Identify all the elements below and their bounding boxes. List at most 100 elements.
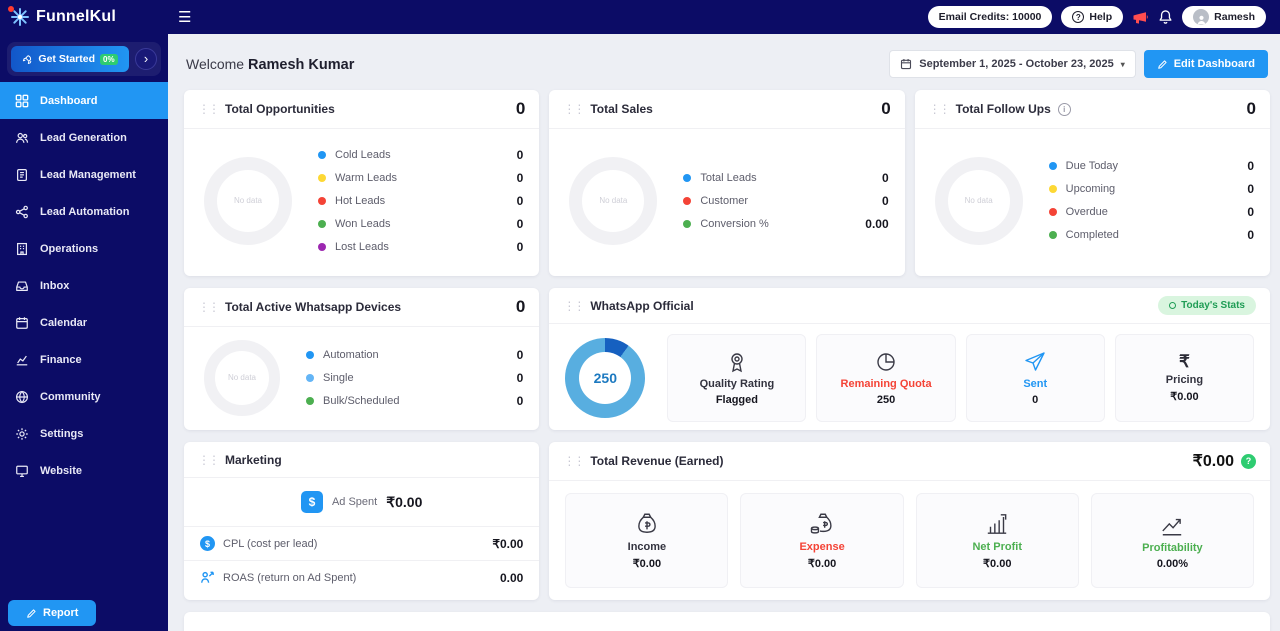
legend-dot bbox=[1048, 208, 1057, 216]
stat-remaining-quota: Remaining Quota 250 bbox=[816, 334, 956, 422]
stat-label: Income bbox=[627, 541, 667, 553]
legend-dot bbox=[318, 219, 326, 228]
ad-spent-summary: $ Ad Spent ₹0.00 bbox=[184, 478, 540, 527]
legend-value: 0 bbox=[516, 170, 524, 185]
pie-chart-icon bbox=[877, 353, 895, 371]
legend: Cold Leads 0 Warm Leads 0 Hot Leads 0 Won L… bbox=[318, 148, 523, 254]
legend-label: Overdue bbox=[1065, 206, 1108, 218]
get-started-button[interactable]: Get Started 0% bbox=[11, 46, 129, 72]
sidebar-item-calendar[interactable]: Calendar bbox=[0, 304, 168, 341]
announcements-icon[interactable] bbox=[1132, 10, 1149, 25]
drag-handle-icon[interactable]: ⋮⋮ bbox=[198, 453, 220, 467]
sidebar-item-label: Lead Management bbox=[40, 168, 136, 181]
menu-icon[interactable]: ☰ bbox=[178, 10, 191, 25]
bell-icon[interactable] bbox=[1158, 9, 1173, 25]
legend-value: 0 bbox=[1247, 228, 1254, 242]
sidebar-item-inbox[interactable]: Inbox bbox=[0, 267, 168, 304]
sidebar-item-label: Inbox bbox=[40, 279, 70, 292]
quota-donut-value: 250 bbox=[593, 370, 617, 386]
sidebar-item-lead-automation[interactable]: Lead Automation bbox=[0, 193, 168, 230]
welcome-user-name: Ramesh Kumar bbox=[247, 56, 355, 73]
inbox-icon bbox=[16, 280, 28, 291]
legend-dot bbox=[683, 219, 692, 228]
send-icon bbox=[1025, 352, 1045, 371]
legend-item: Customer 0 bbox=[683, 194, 889, 208]
sidebar: Get Started 0% › Dashboard Lead Generati… bbox=[0, 34, 168, 631]
sidebar-item-website[interactable]: Website bbox=[0, 452, 168, 489]
legend-item: Warm Leads 0 bbox=[318, 171, 523, 185]
legend-item: Won Leads 0 bbox=[318, 217, 523, 231]
pencil-icon bbox=[1157, 59, 1167, 69]
card-title: WhatsApp Official bbox=[590, 298, 694, 313]
legend-value: 0 bbox=[881, 170, 889, 185]
marketing-row-value: ₹0.00 bbox=[492, 536, 524, 551]
legend-label: Bulk/Scheduled bbox=[323, 394, 400, 407]
user-menu[interactable]: Ramesh bbox=[1182, 6, 1266, 28]
stat-label: Remaining Quota bbox=[840, 378, 932, 390]
money-bag-coins-icon bbox=[810, 513, 832, 534]
legend-dot bbox=[1048, 162, 1057, 170]
report-button[interactable]: Report bbox=[8, 600, 97, 626]
progress-badge: 0% bbox=[100, 53, 118, 65]
card-title: Total Opportunities bbox=[225, 102, 335, 116]
legend-value: 0 bbox=[1247, 205, 1254, 219]
brand-logo-icon bbox=[8, 6, 30, 27]
lead-automation-icon bbox=[15, 205, 28, 218]
info-icon[interactable]: i bbox=[1057, 102, 1071, 116]
pencil-icon bbox=[27, 608, 36, 618]
drag-handle-icon[interactable]: ⋮⋮ bbox=[563, 454, 585, 468]
edit-dashboard-button[interactable]: Edit Dashboard bbox=[1143, 50, 1268, 78]
legend-dot bbox=[306, 373, 314, 382]
sidebar-item-lead-management[interactable]: Lead Management bbox=[0, 156, 168, 193]
drag-handle-icon[interactable]: ⋮⋮ bbox=[198, 300, 220, 314]
ad-spent-label: Ad Spent bbox=[331, 496, 378, 508]
dashboard-icon bbox=[15, 94, 29, 107]
drag-handle-icon[interactable]: ⋮⋮ bbox=[563, 102, 585, 116]
help-button[interactable]: ? Help bbox=[1061, 6, 1124, 28]
legend: Automation 0 Single 0 Bulk/Scheduled 0 bbox=[306, 348, 523, 408]
topbar: FunnelKul ☰ Email Credits: 10000 ? Help bbox=[0, 0, 1280, 34]
rocket-icon bbox=[23, 54, 32, 64]
money-bag-icon bbox=[638, 513, 656, 533]
get-started-section: Get Started 0% › bbox=[7, 42, 161, 76]
dollar-icon: $ bbox=[300, 491, 323, 513]
legend-dot bbox=[318, 196, 326, 205]
sidebar-item-label: Website bbox=[40, 464, 82, 477]
trending-up-icon bbox=[1162, 518, 1182, 535]
legend-dot bbox=[318, 173, 326, 182]
stat-label: Quality Rating bbox=[699, 378, 775, 390]
legend-item: Due Today 0 bbox=[1048, 159, 1254, 173]
help-icon[interactable]: ? bbox=[1241, 453, 1256, 469]
legend-label: Total Leads bbox=[700, 171, 757, 184]
legend-label: Cold Leads bbox=[335, 148, 391, 161]
finance-icon bbox=[16, 355, 28, 365]
empty-donut-chart: No data bbox=[204, 339, 280, 416]
coin-icon: $ bbox=[200, 536, 215, 551]
marketing-row-label: CPL (cost per lead) bbox=[223, 537, 318, 550]
sidebar-item-label: Calendar bbox=[40, 316, 88, 329]
legend-value: 0 bbox=[1247, 182, 1254, 196]
stat-value: ₹0.00 bbox=[1170, 391, 1199, 403]
legend-dot bbox=[306, 396, 314, 405]
get-started-expand-button[interactable]: › bbox=[135, 48, 157, 70]
legend-item: Total Leads 0 bbox=[683, 170, 889, 185]
drag-handle-icon[interactable]: ⋮⋮ bbox=[198, 102, 220, 116]
brand[interactable]: FunnelKul bbox=[0, 6, 168, 27]
sidebar-item-lead-generation[interactable]: Lead Generation bbox=[0, 119, 168, 156]
legend-value: 0 bbox=[516, 216, 524, 231]
email-credits-button[interactable]: Email Credits: 10000 bbox=[927, 6, 1053, 28]
calendar-icon bbox=[901, 59, 912, 70]
drag-handle-icon[interactable]: ⋮⋮ bbox=[563, 299, 585, 313]
date-range-picker[interactable]: September 1, 2025 - October 23, 2025 ▾ bbox=[889, 50, 1136, 78]
drag-handle-icon[interactable]: ⋮⋮ bbox=[929, 102, 951, 116]
sidebar-item-community[interactable]: Community bbox=[0, 378, 168, 415]
sidebar-item-operations[interactable]: Operations bbox=[0, 230, 168, 267]
legend-item: Hot Leads 0 bbox=[318, 194, 523, 208]
stat-value: ₹0.00 bbox=[983, 558, 1012, 570]
legend-value: 0 bbox=[516, 347, 524, 362]
sidebar-item-settings[interactable]: Settings bbox=[0, 415, 168, 452]
legend-dot bbox=[1048, 185, 1057, 193]
sidebar-item-dashboard[interactable]: Dashboard bbox=[0, 82, 168, 119]
sidebar-item-finance[interactable]: Finance bbox=[0, 341, 168, 378]
legend-label: Single bbox=[323, 371, 354, 384]
